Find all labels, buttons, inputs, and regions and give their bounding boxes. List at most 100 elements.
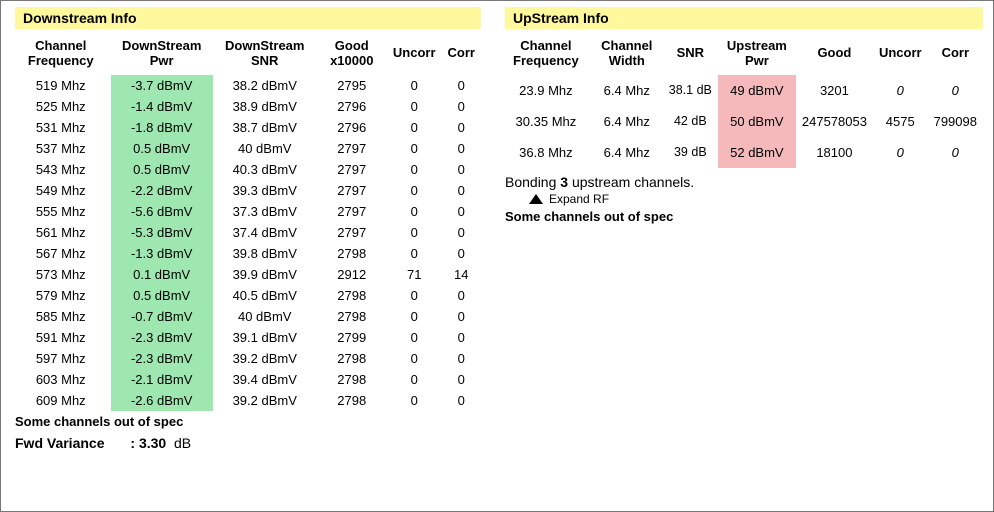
cell-good: 18100	[796, 137, 873, 168]
table-row: 519 Mhz-3.7 dBmV38.2 dBmV279500	[11, 75, 481, 96]
upstream-header: Channel Width	[591, 33, 663, 75]
upstream-header: SNR	[663, 33, 718, 75]
cell-good: 2797	[317, 222, 387, 243]
cell-snr: 40.5 dBmV	[213, 285, 317, 306]
cell-freq: 585 Mhz	[11, 306, 111, 327]
cell-uncorr: 0	[387, 159, 442, 180]
cell-snr: 38.1 dB	[663, 75, 718, 106]
cell-corr: 0	[442, 327, 481, 348]
cell-corr: 0	[928, 137, 983, 168]
fwd-variance-prefix: :	[130, 435, 139, 451]
cell-corr: 0	[442, 159, 481, 180]
table-row: 609 Mhz-2.6 dBmV39.2 dBmV279800	[11, 390, 481, 411]
downstream-header: Good x10000	[317, 33, 387, 75]
cell-good: 2797	[317, 159, 387, 180]
cell-snr: 42 dB	[663, 106, 718, 137]
cell-snr: 39.1 dBmV	[213, 327, 317, 348]
cell-snr: 38.2 dBmV	[213, 75, 317, 96]
cell-freq: 597 Mhz	[11, 348, 111, 369]
cell-good: 2797	[317, 201, 387, 222]
cell-pwr: -2.6 dBmV	[111, 390, 213, 411]
cell-snr: 38.7 dBmV	[213, 117, 317, 138]
cell-freq: 567 Mhz	[11, 243, 111, 264]
cell-corr: 0	[442, 390, 481, 411]
cell-freq: 609 Mhz	[11, 390, 111, 411]
cell-pwr: 50 dBmV	[718, 106, 796, 137]
cell-uncorr: 0	[387, 222, 442, 243]
cell-uncorr: 0	[387, 285, 442, 306]
cell-snr: 37.3 dBmV	[213, 201, 317, 222]
cell-pwr: -5.6 dBmV	[111, 201, 213, 222]
cell-corr: 799098	[928, 106, 983, 137]
triangle-up-icon	[529, 194, 543, 204]
cell-good: 2798	[317, 306, 387, 327]
cell-snr: 40 dBmV	[213, 138, 317, 159]
table-row: 573 Mhz0.1 dBmV39.9 dBmV29127114	[11, 264, 481, 285]
cell-snr: 39.4 dBmV	[213, 369, 317, 390]
cell-uncorr: 0	[387, 243, 442, 264]
table-row: 543 Mhz0.5 dBmV40.3 dBmV279700	[11, 159, 481, 180]
upstream-header: Upstream Pwr	[718, 33, 796, 75]
table-row: 579 Mhz0.5 dBmV40.5 dBmV279800	[11, 285, 481, 306]
cell-corr: 0	[442, 348, 481, 369]
cell-uncorr: 0	[387, 348, 442, 369]
cell-uncorr: 0	[387, 390, 442, 411]
table-row: 23.9 Mhz6.4 Mhz38.1 dB49 dBmV320100	[501, 75, 983, 106]
cell-pwr: -2.1 dBmV	[111, 369, 213, 390]
cell-corr: 0	[442, 222, 481, 243]
cell-good: 2798	[317, 348, 387, 369]
cell-pwr: 0.5 dBmV	[111, 285, 213, 306]
cell-freq: 519 Mhz	[11, 75, 111, 96]
cell-good: 3201	[796, 75, 873, 106]
cell-freq: 36.8 Mhz	[501, 137, 591, 168]
cell-freq: 603 Mhz	[11, 369, 111, 390]
table-row: 30.35 Mhz6.4 Mhz42 dB50 dBmV247578053457…	[501, 106, 983, 137]
downstream-warning: Some channels out of spec	[15, 414, 481, 429]
table-row: 567 Mhz-1.3 dBmV39.8 dBmV279800	[11, 243, 481, 264]
downstream-header: Corr	[442, 33, 481, 75]
upstream-title: UpStream Info	[505, 7, 983, 29]
cell-freq: 537 Mhz	[11, 138, 111, 159]
cell-good: 2797	[317, 180, 387, 201]
cell-uncorr: 0	[387, 306, 442, 327]
cell-pwr: -1.3 dBmV	[111, 243, 213, 264]
cell-pwr: -3.7 dBmV	[111, 75, 213, 96]
cell-uncorr: 0	[387, 96, 442, 117]
table-row: 36.8 Mhz6.4 Mhz39 dB52 dBmV1810000	[501, 137, 983, 168]
table-row: 531 Mhz-1.8 dBmV38.7 dBmV279600	[11, 117, 481, 138]
fwd-variance-label: Fwd Variance	[15, 435, 104, 451]
cell-freq: 591 Mhz	[11, 327, 111, 348]
cell-corr: 0	[442, 306, 481, 327]
expand-rf-label: Expand RF	[549, 192, 609, 206]
upstream-header: Channel Frequency	[501, 33, 591, 75]
cell-corr: 0	[442, 285, 481, 306]
cell-good: 247578053	[796, 106, 873, 137]
cell-freq: 555 Mhz	[11, 201, 111, 222]
cell-freq: 23.9 Mhz	[501, 75, 591, 106]
cell-corr: 0	[442, 96, 481, 117]
cell-snr: 39.2 dBmV	[213, 390, 317, 411]
cell-freq: 561 Mhz	[11, 222, 111, 243]
cell-snr: 39.8 dBmV	[213, 243, 317, 264]
cell-width: 6.4 Mhz	[591, 137, 663, 168]
table-row: 537 Mhz0.5 dBmV40 dBmV279700	[11, 138, 481, 159]
cell-width: 6.4 Mhz	[591, 106, 663, 137]
bonding-count: 3	[560, 174, 568, 190]
fwd-variance-value: 3.30	[139, 435, 166, 451]
cell-good: 2796	[317, 96, 387, 117]
cell-freq: 30.35 Mhz	[501, 106, 591, 137]
downstream-header: Channel Frequency	[11, 33, 111, 75]
cell-pwr: -1.8 dBmV	[111, 117, 213, 138]
cell-corr: 14	[442, 264, 481, 285]
cell-pwr: -5.3 dBmV	[111, 222, 213, 243]
cell-freq: 549 Mhz	[11, 180, 111, 201]
cell-uncorr: 0	[387, 117, 442, 138]
cell-pwr: -0.7 dBmV	[111, 306, 213, 327]
cell-snr: 39.3 dBmV	[213, 180, 317, 201]
expand-rf-button[interactable]: Expand RF	[529, 192, 983, 206]
upstream-warning: Some channels out of spec	[505, 209, 983, 224]
cell-snr: 39.2 dBmV	[213, 348, 317, 369]
downstream-table: Channel FrequencyDownStream PwrDownStrea…	[11, 33, 481, 411]
cell-pwr: 49 dBmV	[718, 75, 796, 106]
cell-uncorr: 0	[387, 138, 442, 159]
